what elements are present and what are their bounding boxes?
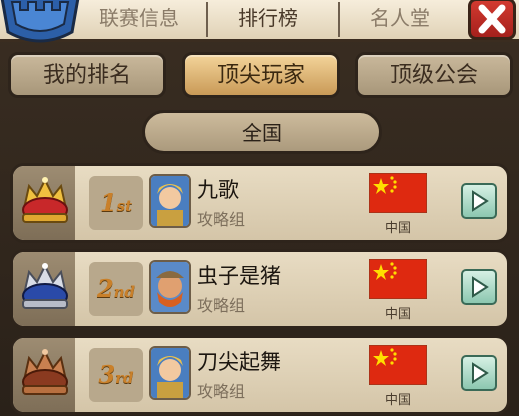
hero-portrait-icon	[151, 262, 189, 312]
player-name: 九歌	[197, 178, 239, 202]
player-guild: 攻略组	[197, 210, 246, 229]
country-label: 中国	[384, 393, 411, 408]
rank-badge: 2nd	[89, 262, 143, 316]
close-button[interactable]	[468, 0, 516, 40]
tab-leaderboard[interactable]: 排行榜	[212, 0, 324, 39]
china-flag-icon	[369, 345, 427, 385]
rank-medal-cell	[13, 338, 75, 412]
leaderboard-row: 1st 九歌 攻略组 中国	[10, 163, 510, 243]
country-label: 中国	[384, 221, 411, 236]
rank-suffix: st	[116, 197, 133, 215]
player-name: 刀尖起舞	[197, 350, 281, 374]
top-tab-bar: 联赛信息 排行榜 名人堂	[0, 0, 519, 43]
rank-badge: 1st	[89, 176, 143, 230]
rank-medal-cell	[13, 166, 75, 240]
subtab-top-players[interactable]: 顶尖玩家	[182, 52, 340, 98]
rank-number: 3	[98, 360, 116, 389]
close-icon	[478, 4, 506, 34]
bronze-crown-icon	[22, 349, 68, 395]
rank-suffix: rd	[115, 369, 134, 387]
hero-portrait-icon	[151, 176, 189, 226]
gold-crown-icon	[22, 177, 68, 223]
leaderboard-row: 3rd 刀尖起舞 攻略组 中国	[10, 335, 510, 415]
player-name: 虫子是猪	[197, 264, 281, 288]
rank-badge: 3rd	[89, 348, 143, 402]
player-avatar[interactable]	[149, 174, 191, 228]
leaderboard-row: 2nd 虫子是猪 攻略组 中国	[10, 249, 510, 329]
china-flag-icon	[369, 173, 427, 213]
subtab-top-guilds[interactable]: 顶级公会	[355, 52, 513, 98]
hero-portrait-icon	[151, 348, 189, 398]
silver-crown-icon	[22, 263, 68, 309]
rank-suffix: nd	[113, 283, 136, 301]
rank-number: 2	[96, 274, 114, 303]
tab-league-info[interactable]: 联赛信息	[84, 0, 194, 39]
rank-medal-cell	[13, 252, 75, 326]
play-arrow-icon	[472, 362, 489, 384]
play-arrow-icon	[472, 190, 489, 212]
castle-shield-logo-icon	[0, 0, 80, 43]
player-avatar[interactable]	[149, 260, 191, 314]
country-label: 中国	[384, 307, 411, 322]
rank-number: 1	[99, 188, 117, 217]
player-guild: 攻略组	[197, 296, 246, 315]
china-flag-icon	[369, 259, 427, 299]
view-player-button[interactable]	[461, 269, 497, 305]
view-player-button[interactable]	[461, 183, 497, 219]
play-arrow-icon	[472, 276, 489, 298]
view-player-button[interactable]	[461, 355, 497, 391]
subtab-my-rank[interactable]: 我的排名	[8, 52, 166, 98]
player-guild: 攻略组	[197, 382, 246, 401]
player-avatar[interactable]	[149, 346, 191, 400]
tab-divider	[206, 2, 208, 37]
tab-hall-of-fame[interactable]: 名人堂	[344, 0, 456, 39]
tab-divider	[338, 2, 340, 37]
region-selector[interactable]: 全国	[142, 110, 382, 154]
